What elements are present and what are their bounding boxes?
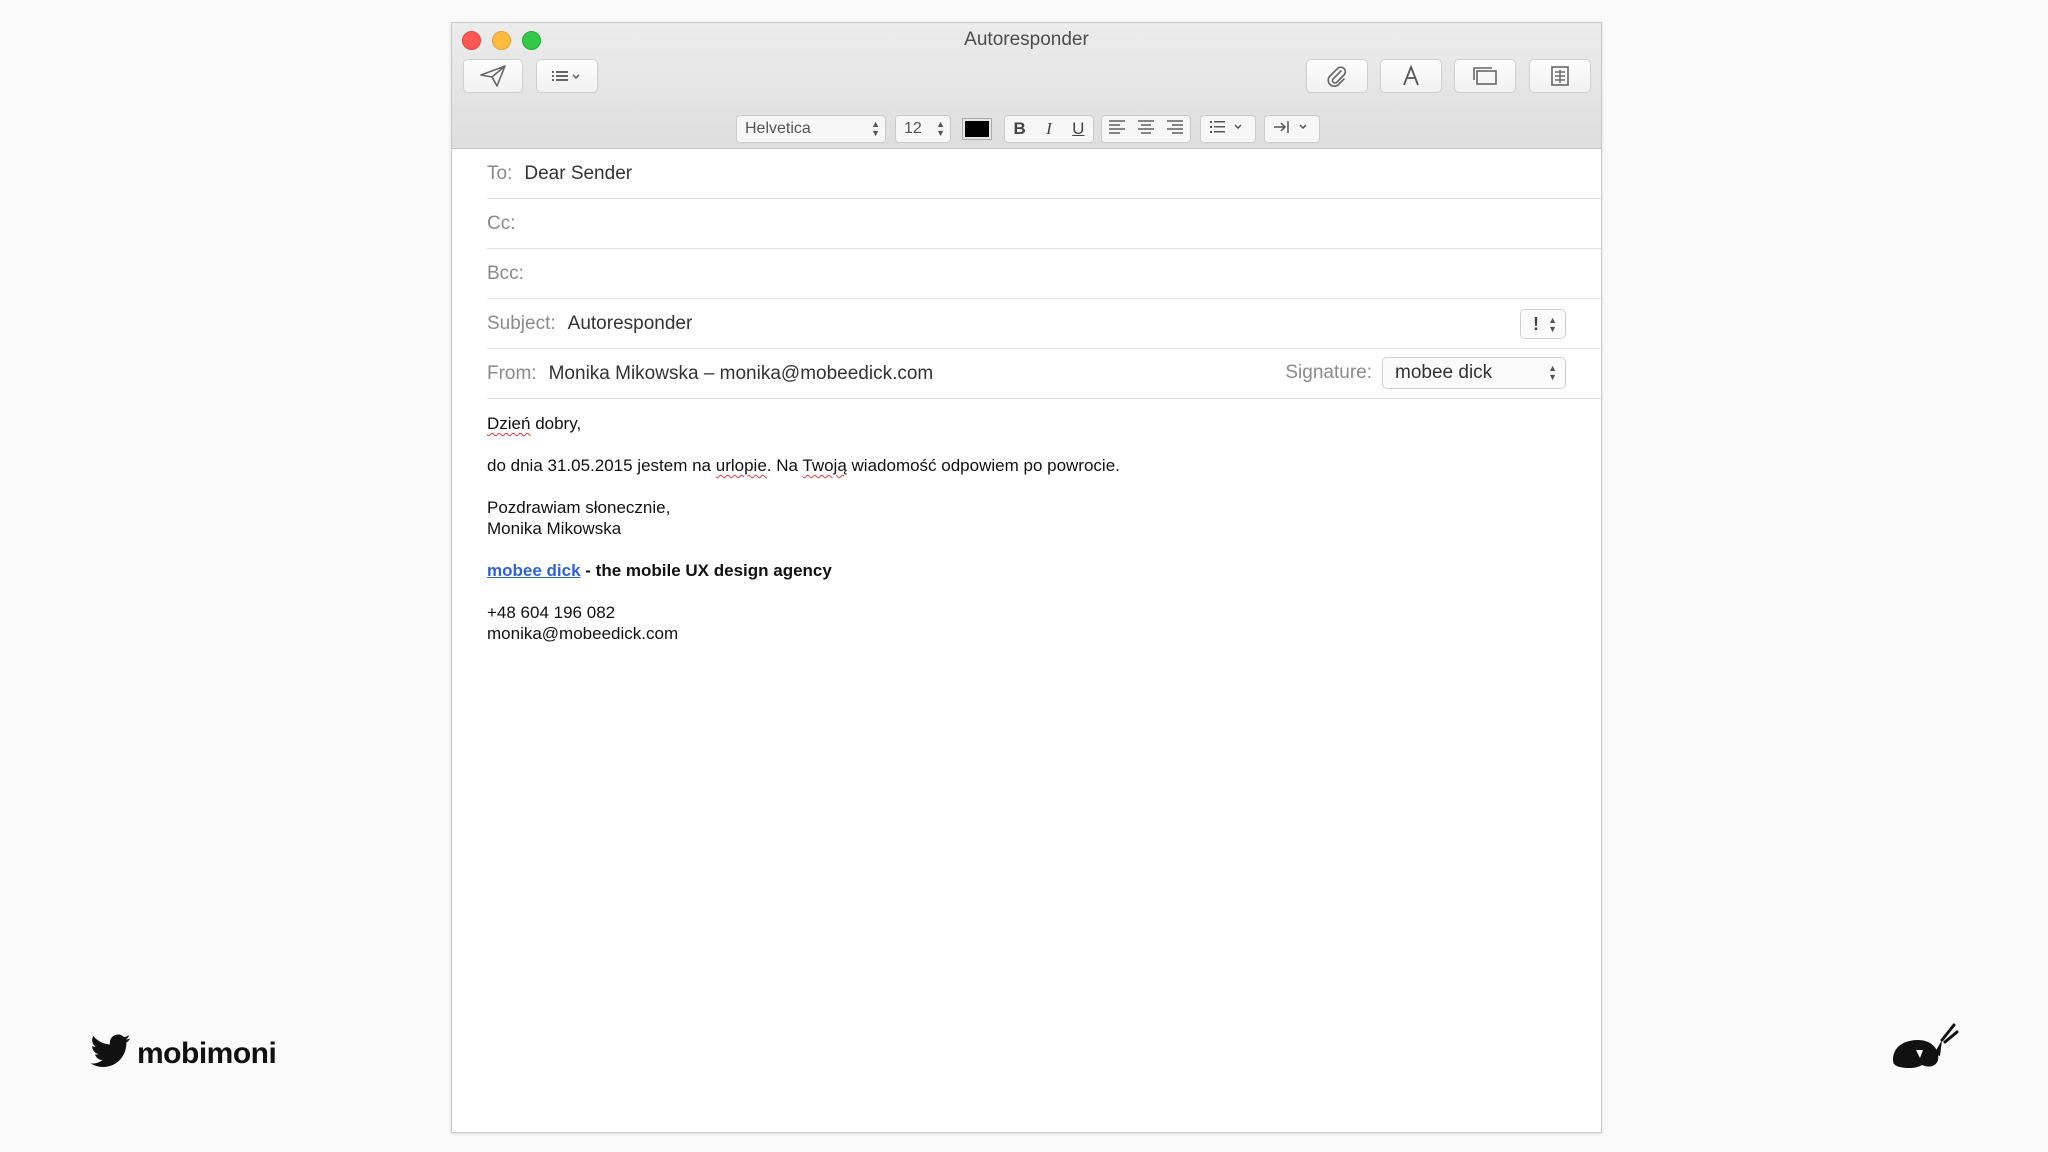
company-link[interactable]: mobee dick (487, 561, 581, 580)
misspelled-word: Twoją (802, 456, 847, 475)
closing-text: Pozdrawiam słonecznie, (487, 498, 671, 517)
font-a-icon (1400, 65, 1422, 87)
format-button[interactable] (1380, 59, 1442, 93)
stationery-icon (1549, 65, 1571, 87)
message-text: . Na (766, 456, 803, 475)
phone-number: +48 604 196 082 (487, 603, 616, 622)
twitter-handle-branding: mobimoni (90, 1034, 277, 1073)
stepper-arrows-icon: ▲ ▼ (936, 119, 945, 138)
signature-value: mobee dick (1395, 362, 1493, 383)
twitter-handle: mobimoni (137, 1036, 277, 1070)
cc-label: Cc: (487, 212, 516, 234)
bullet-list-icon (1201, 119, 1247, 140)
from-account[interactable]: Monika Mikowska – monika@mobeedick.com (549, 363, 934, 385)
greeting-text: dobry, (530, 414, 582, 433)
bcc-label: Bcc: (487, 262, 524, 284)
to-recipient[interactable]: Dear Sender (524, 163, 632, 185)
paperclip-icon (1326, 65, 1348, 87)
send-button[interactable] (463, 59, 523, 93)
font-family-select[interactable]: Helvetica ▲ ▼ (736, 115, 886, 143)
sender-name: Monika Mikowska (487, 519, 622, 538)
text-color-swatch[interactable] (962, 118, 992, 140)
greeting-line: Dzień dobry, (487, 413, 1120, 434)
misspelled-word: Dzień (487, 414, 531, 433)
contact-block: +48 604 196 082 monika@mobeedick.com (487, 602, 1120, 644)
align-left-icon (1108, 119, 1126, 140)
company-tagline: - the mobile UX design agency (580, 561, 832, 580)
message-body[interactable]: Dzień dobry, do dnia 31.05.2015 jestem n… (487, 413, 1120, 665)
photo-browser-button[interactable] (1454, 59, 1516, 93)
format-bar: Helvetica ▲ ▼ 12 ▲ ▼ B I U (452, 109, 1601, 149)
from-field-row: From: Monika Mikowska – monika@mobeedick… (487, 349, 1601, 399)
subject-value[interactable]: Autoresponder (568, 313, 693, 335)
subject-field-row[interactable]: Subject: Autoresponder ! ▲ ▼ (487, 299, 1601, 349)
align-right-icon (1166, 119, 1184, 140)
misspelled-word: urlopie (715, 456, 767, 475)
stepper-arrows-icon: ▲ ▼ (1548, 315, 1557, 334)
font-size-select[interactable]: 12 ▲ ▼ (895, 115, 951, 143)
align-center-button[interactable] (1131, 116, 1160, 142)
priority-select[interactable]: ! ▲ ▼ (1520, 309, 1566, 339)
stationery-button[interactable] (1529, 59, 1591, 93)
indent-icon (1265, 119, 1313, 140)
font-family-value: Helvetica (745, 120, 811, 137)
mail-compose-window: Autoresponder Helvetica ▲ ▼ 12 ▲ ▼ B I U… (451, 22, 1602, 1133)
to-label: To: (487, 162, 513, 184)
cc-field-row[interactable]: Cc: (487, 199, 1601, 249)
title-bar: Autoresponder Helvetica ▲ ▼ 12 ▲ ▼ B I U (452, 23, 1601, 149)
send-icon (480, 65, 506, 87)
to-field-row[interactable]: To: Dear Sender (487, 149, 1601, 199)
alignment-group (1101, 115, 1191, 143)
font-size-value: 12 (904, 120, 922, 137)
mobee-dick-whale-logo (1890, 1020, 1960, 1075)
list-icon (551, 68, 583, 84)
stepper-arrows-icon: ▲ ▼ (871, 119, 880, 138)
message-text: wiadomość odpowiem po powrocie. (846, 456, 1120, 475)
contact-email: monika@mobeedick.com (487, 624, 679, 643)
attach-button[interactable] (1306, 59, 1368, 93)
text-style-group: B I U (1004, 115, 1094, 143)
photo-browser-icon (1472, 66, 1498, 86)
stepper-arrows-icon: ▲ ▼ (1548, 363, 1557, 382)
window-title: Autoresponder (964, 29, 1089, 50)
signature-select[interactable]: mobee dick ▲ ▼ (1382, 357, 1566, 389)
list-style-select[interactable] (1200, 115, 1256, 143)
underline-button[interactable]: U (1064, 116, 1093, 142)
align-center-icon (1137, 119, 1155, 140)
header-fields-button[interactable] (536, 59, 598, 93)
closing-block: Pozdrawiam słonecznie, Monika Mikowska (487, 497, 1120, 539)
italic-button[interactable]: I (1034, 116, 1063, 142)
message-line: do dnia 31.05.2015 jestem na urlopie. Na… (487, 455, 1120, 476)
message-text: do dnia 31.05.2015 jestem na (487, 456, 716, 475)
align-left-button[interactable] (1102, 116, 1131, 142)
company-line: mobee dick - the mobile UX design agency (487, 560, 1120, 581)
bcc-field-row[interactable]: Bcc: (487, 249, 1601, 299)
align-right-button[interactable] (1161, 116, 1190, 142)
signature-control: Signature: mobee dick ▲ ▼ (1285, 357, 1566, 389)
priority-value: ! (1533, 313, 1539, 334)
subject-label: Subject: (487, 312, 556, 334)
twitter-bird-icon (90, 1034, 131, 1073)
from-label: From: (487, 362, 537, 384)
bold-button[interactable]: B (1005, 116, 1034, 142)
signature-label: Signature: (1285, 362, 1372, 383)
indent-select[interactable] (1264, 115, 1320, 143)
